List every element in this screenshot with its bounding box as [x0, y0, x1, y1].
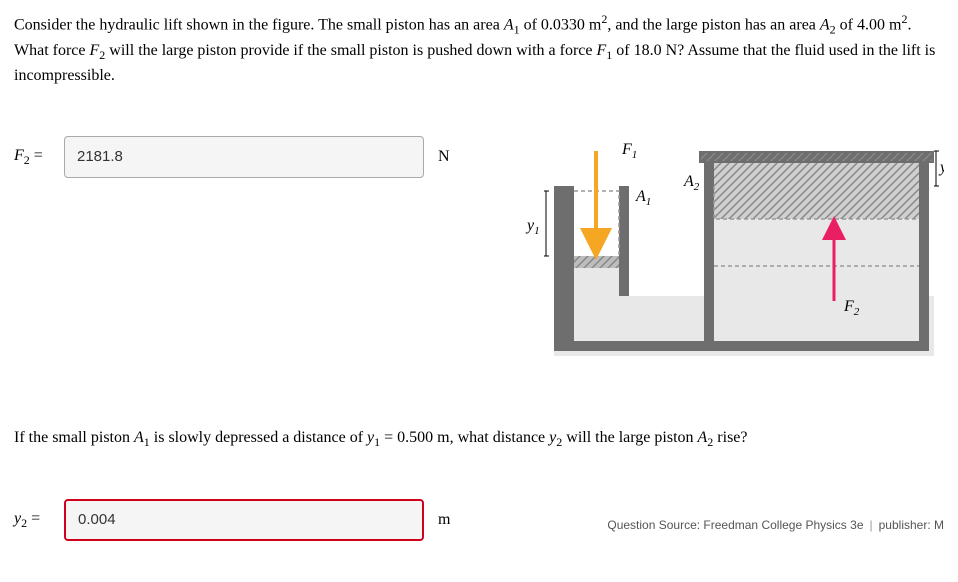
answer-1-row: F2 = N	[14, 136, 494, 178]
question-source: Question Source: Freedman College Physic…	[607, 516, 944, 534]
svg-text:A2: A2	[683, 173, 700, 193]
svg-text:F1: F1	[621, 141, 637, 161]
answer-1-input[interactable]	[64, 136, 424, 178]
svg-text:y2: y2	[938, 159, 944, 179]
answer-1-unit: N	[438, 145, 450, 169]
answer-2-row: y2 = m	[14, 499, 450, 541]
svg-text:y1: y1	[525, 217, 540, 237]
part2-question: If the small piston A1 is slowly depress…	[14, 426, 944, 451]
svg-text:A1: A1	[635, 188, 651, 208]
answer-1-label: F2 =	[14, 144, 54, 169]
answer-2-input[interactable]	[64, 499, 424, 541]
answer-2-unit: m	[438, 508, 450, 532]
hydraulic-lift-figure: F1 A1 y1 A2 y2 F2	[524, 136, 944, 366]
answer-2-label: y2 =	[14, 507, 54, 532]
problem-statement: Consider the hydraulic lift shown in the…	[14, 10, 944, 88]
